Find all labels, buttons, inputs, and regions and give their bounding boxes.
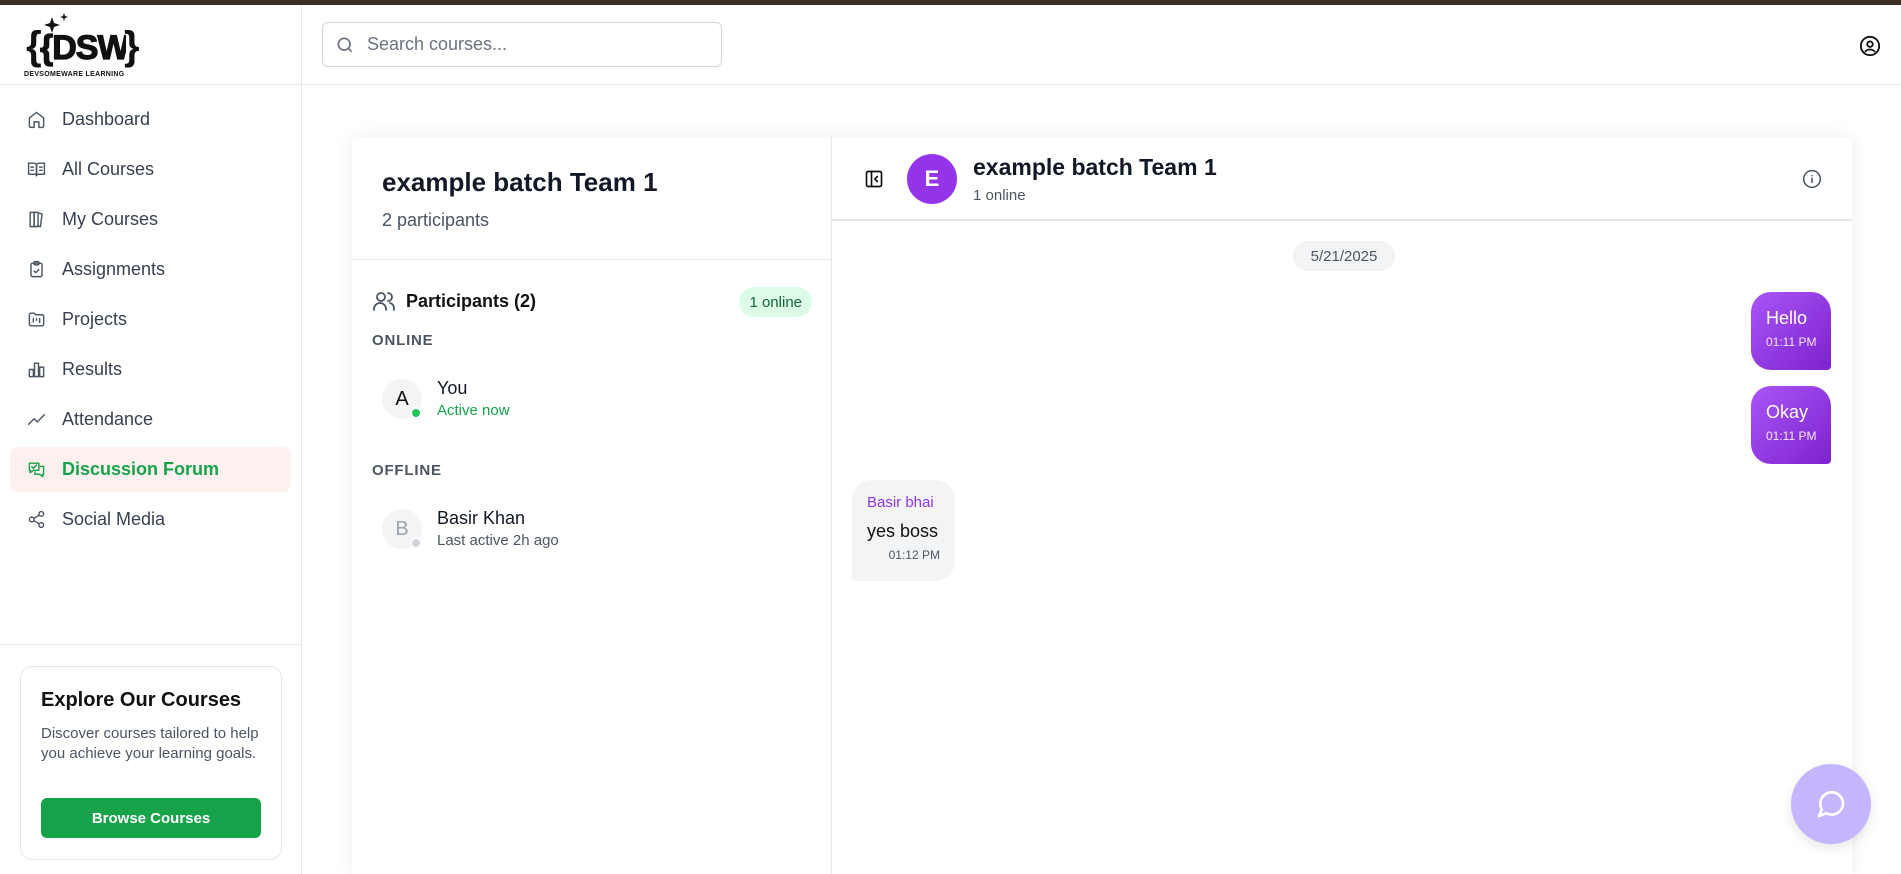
discussion-card: example batch Team 1 2 participants Part… — [352, 137, 1852, 874]
sidebar-item-label: Dashboard — [62, 109, 151, 129]
sidebar-item-label: Results — [62, 359, 123, 379]
online-count-badge: 1 online — [739, 287, 812, 317]
message-text: Okay — [1766, 402, 1809, 422]
search-input[interactable] — [367, 34, 707, 55]
sidebar-item-dashboard[interactable]: Dashboard — [10, 97, 291, 142]
participants-label: Participants (2) — [406, 290, 537, 311]
chat-avatar: E — [907, 154, 957, 204]
promo-title: Explore Our Courses — [41, 689, 242, 711]
message-circle-icon — [1817, 791, 1845, 818]
sidebar-item-label: Projects — [62, 309, 128, 329]
sidebar-item-my-courses[interactable]: My Courses — [10, 197, 291, 242]
top-header — [302, 5, 1901, 85]
users-icon — [373, 292, 395, 311]
participant-item[interactable]: B Basir Khan Last active 2h ago — [382, 504, 802, 554]
sidebar: { {DSW} { } DEVSOMEWARE LEARNING Dashboa… — [0, 5, 302, 874]
offline-section-label: OFFLINE — [372, 462, 442, 479]
search-box — [322, 22, 722, 67]
sidebar-item-attendance[interactable]: Attendance — [10, 397, 291, 442]
group-title: example batch Team 1 — [382, 167, 658, 197]
online-section-label: ONLINE — [372, 332, 434, 349]
sidebar-item-assignments[interactable]: Assignments — [10, 247, 291, 292]
promo-description: Discover courses tailored to help you ac… — [41, 725, 259, 762]
svg-text:{: { — [26, 24, 42, 68]
sidebar-item-label: All Courses — [62, 159, 155, 179]
sidebar-item-social-media[interactable]: Social Media — [10, 497, 291, 542]
participants-panel: example batch Team 1 2 participants Part… — [352, 137, 832, 874]
chat-fab-button[interactable] — [1791, 764, 1871, 844]
share-icon — [26, 510, 46, 530]
participant-name: You — [437, 378, 468, 398]
participant-status: Last active 2h ago — [437, 532, 559, 549]
incoming-message: Basir bhai yes boss 01:12 PM — [852, 480, 955, 581]
participants-row: Participants (2) 1 online — [372, 284, 812, 318]
messages-icon — [26, 460, 46, 480]
sidebar-item-all-courses[interactable]: All Courses — [10, 147, 291, 192]
search-icon — [337, 37, 353, 52]
sidebar-item-label: Attendance — [62, 409, 154, 429]
message-time: 01:11 PM — [1766, 335, 1817, 349]
outgoing-message: Okay 01:11 PM — [1751, 386, 1831, 464]
participants-count: 2 participants — [382, 210, 490, 230]
browse-courses-button[interactable]: Browse Courses — [41, 798, 261, 838]
chat-online-status: 1 online — [973, 187, 1026, 204]
bar-chart-icon — [26, 360, 46, 380]
sidebar-divider — [0, 644, 301, 645]
home-icon — [26, 110, 46, 130]
outgoing-message: Hello 01:11 PM — [1751, 292, 1831, 370]
message-sender: Basir bhai — [867, 494, 934, 511]
sidebar-item-projects[interactable]: Projects — [10, 297, 291, 342]
sidebar-item-results[interactable]: Results — [10, 347, 291, 392]
user-circle-icon[interactable] — [1859, 35, 1881, 57]
explore-courses-card: Explore Our Courses Discover courses tai… — [20, 666, 282, 860]
chat-header: E example batch Team 1 1 online — [832, 137, 1852, 221]
clipboard-check-icon — [26, 260, 46, 280]
chat-title: example batch Team 1 — [973, 154, 1217, 180]
library-icon — [26, 210, 46, 230]
book-open-icon — [26, 160, 46, 180]
logo-area: { {DSW} { } DEVSOMEWARE LEARNING — [0, 5, 301, 85]
svg-text:}: } — [124, 24, 140, 68]
sidebar-nav: Dashboard All Courses My Courses Assignm… — [0, 85, 301, 542]
panel-collapse-icon[interactable] — [864, 169, 884, 189]
message-text: yes boss — [867, 521, 939, 541]
participant-status: Active now — [437, 402, 510, 419]
group-header: example batch Team 1 2 participants — [352, 137, 831, 260]
trending-up-icon — [26, 410, 46, 430]
info-icon[interactable] — [1802, 169, 1822, 189]
chat-panel: E example batch Team 1 1 online 5/21/202… — [832, 137, 1852, 874]
folder-kanban-icon — [26, 310, 46, 330]
offline-status-dot — [410, 537, 422, 549]
online-status-dot — [410, 407, 422, 419]
sidebar-item-label: Assignments — [62, 259, 166, 279]
brand-caption: DEVSOMEWARE LEARNING — [24, 71, 125, 78]
message-time: 01:11 PM — [1766, 429, 1817, 443]
date-separator: 5/21/2025 — [1293, 241, 1395, 271]
sidebar-item-discussion-forum[interactable]: Discussion Forum — [10, 447, 291, 492]
message-time: 01:12 PM — [888, 548, 940, 562]
message-text: Hello — [1766, 308, 1808, 328]
participant-name: Basir Khan — [437, 508, 526, 528]
sidebar-item-label: My Courses — [62, 209, 159, 229]
sidebar-item-label: Discussion Forum — [62, 459, 220, 479]
sidebar-item-label: Social Media — [62, 509, 166, 529]
participant-item[interactable]: A You Active now — [382, 374, 802, 424]
